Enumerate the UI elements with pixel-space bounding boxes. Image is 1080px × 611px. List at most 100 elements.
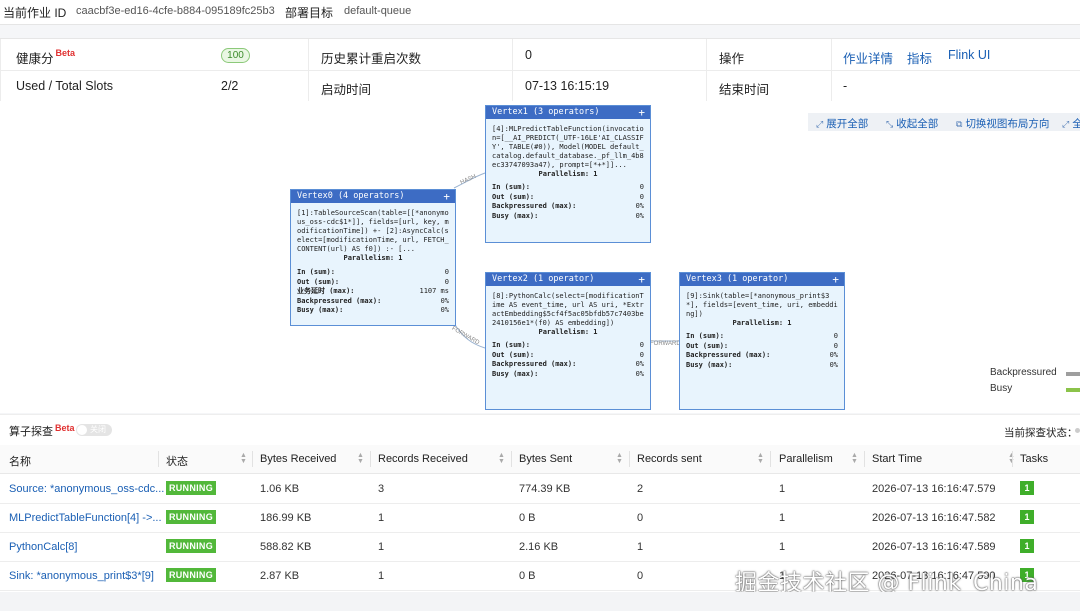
operations-label: 操作 bbox=[719, 52, 745, 66]
bytes-received-cell: 588.82 KB bbox=[260, 541, 312, 553]
sort-icon[interactable]: ▲▼ bbox=[357, 452, 364, 465]
column-header-records-received[interactable]: Records Received bbox=[378, 453, 468, 465]
divider bbox=[308, 39, 309, 101]
status-badge: RUNNING bbox=[166, 510, 216, 524]
vertex-header: Vertex3 (1 operator) + bbox=[680, 273, 844, 286]
deploy-target-value: default-queue bbox=[344, 5, 412, 17]
vertex-stat: Backpressured (max): 0% bbox=[492, 360, 644, 368]
column-divider bbox=[370, 451, 371, 467]
bytes-received-cell: 2.87 KB bbox=[260, 570, 300, 582]
vertex-stat: Backpressured (max): 0% bbox=[492, 202, 644, 210]
vertex-stat: 业务延时 (max): 1107 ms bbox=[297, 287, 449, 295]
legend-label: Busy bbox=[990, 383, 1013, 394]
health-score-label: 健康分 Beta bbox=[16, 48, 75, 67]
status-badge: RUNNING bbox=[166, 539, 216, 553]
end-time-label: 结束时间 bbox=[719, 83, 770, 97]
vertex-stat: In (sum): 0 bbox=[686, 332, 838, 340]
column-divider bbox=[864, 451, 865, 467]
health-score-badge: 100 bbox=[221, 48, 250, 63]
legend-label: Backpressured bbox=[990, 367, 1057, 378]
restarts-label: 历史累计重启次数 bbox=[321, 52, 422, 66]
column-header-bytes-sent[interactable]: Bytes Sent bbox=[519, 453, 572, 465]
column-divider bbox=[158, 451, 159, 467]
vertex-stat: Busy (max): 0% bbox=[492, 369, 644, 378]
vertex-description: [9]:Sink(table=[*anonymous_print$3*], fi… bbox=[686, 292, 838, 318]
vertex-stat: In (sum): 0 bbox=[297, 268, 449, 276]
vertex-title: Vertex0 (4 operators) bbox=[297, 191, 405, 201]
operator-name-link[interactable]: Sink: *anonymous_print$3*[9] bbox=[9, 570, 154, 582]
table-header: 名称 状态 ▲ ▼ Bytes Received ▲ ▼ Records Recei… bbox=[0, 445, 1080, 474]
graph-legend: Backpressured Busy bbox=[990, 367, 1080, 399]
sort-icon[interactable]: ▲▼ bbox=[851, 452, 858, 465]
expand-vertex-icon[interactable]: + bbox=[638, 106, 645, 119]
probe-title: 算子探查 Beta bbox=[9, 423, 75, 439]
vertex-stat: Out (sum): 0 bbox=[297, 277, 449, 286]
expand-vertex-icon[interactable]: + bbox=[832, 273, 839, 286]
column-divider bbox=[629, 451, 630, 467]
records-received-cell: 1 bbox=[378, 541, 385, 553]
job-details-link[interactable]: 作业详情 bbox=[843, 48, 893, 67]
vertex-stat: Backpressured (max): 0% bbox=[297, 296, 449, 305]
health-score-text: 健康分 bbox=[16, 52, 54, 66]
sort-icon[interactable]: ▲▼ bbox=[240, 452, 247, 465]
vertex-stat: Busy (max): 0% bbox=[492, 211, 644, 220]
toggle-knob bbox=[77, 425, 87, 435]
flink-ui-link[interactable]: Flink UI bbox=[948, 48, 990, 62]
vertex-node[interactable]: Vertex0 (4 operators) + [1]:TableSourceSc… bbox=[290, 189, 456, 326]
end-time-value: - bbox=[843, 79, 848, 93]
records-sent-cell: 2 bbox=[637, 483, 644, 495]
vertex-title: Vertex1 (3 operators) bbox=[492, 107, 600, 117]
tasks-badge: 1 bbox=[1020, 539, 1034, 553]
column-header-start-time[interactable]: Start Time bbox=[872, 453, 922, 465]
table-row[interactable]: Source: *anonymous_oss-cdc... RUNNING 1.… bbox=[0, 474, 1080, 504]
column-header-status[interactable]: 状态 bbox=[166, 453, 188, 469]
vertex-node[interactable]: Vertex1 (3 operators) + [4]:MLPredictTabl… bbox=[485, 105, 651, 243]
job-graph-canvas[interactable]: ⤢ 展开全部 ⤡ 收起全部 ⧉ 切换视图布局方向 ⤢ 全 HASH FORWARD FO… bbox=[0, 101, 1080, 413]
start-time-value: 07-13 16:15:19 bbox=[525, 79, 610, 93]
table-row[interactable]: PythonCalc[8] RUNNING 588.82 KB 1 2.16 K… bbox=[0, 532, 1080, 562]
bytes-sent-cell: 0 B bbox=[519, 570, 536, 582]
sort-icon[interactable]: ▲▼ bbox=[616, 452, 623, 465]
divider bbox=[831, 39, 832, 101]
legend-item-busy: Busy bbox=[990, 383, 1080, 399]
vertex-node[interactable]: Vertex3 (1 operator) + [9]:Sink(table=[*a… bbox=[679, 272, 845, 410]
column-header-name[interactable]: 名称 bbox=[9, 453, 31, 469]
restarts-value: 0 bbox=[525, 48, 532, 62]
column-header-records-sent[interactable]: Records sent bbox=[637, 453, 702, 465]
vertex-header: Vertex0 (4 operators) + bbox=[291, 190, 455, 203]
parallelism-cell: 1 bbox=[779, 512, 786, 524]
bytes-sent-cell: 774.39 KB bbox=[519, 483, 571, 495]
parallelism-cell: 1 bbox=[779, 483, 786, 495]
probe-toggle[interactable]: 关闭 bbox=[76, 424, 112, 436]
operator-name-link[interactable]: PythonCalc[8] bbox=[9, 541, 77, 553]
job-header-bar: 当前作业 ID caacbf3e-ed16-4cfe-b884-095189fc… bbox=[0, 0, 1080, 25]
legend-swatch bbox=[1066, 372, 1080, 376]
column-header-bytes-received[interactable]: Bytes Received bbox=[260, 453, 336, 465]
vertex-description: [4]:MLPredictTableFunction(invocation=[_… bbox=[492, 125, 644, 169]
vertex-parallelism: Parallelism: 1 bbox=[343, 254, 403, 262]
operator-probe-bar: 算子探查 Beta 关闭 当前探查状态： bbox=[0, 414, 1080, 445]
metrics-link[interactable]: 指标 bbox=[907, 48, 932, 67]
records-received-cell: 1 bbox=[378, 570, 385, 582]
expand-vertex-icon[interactable]: + bbox=[638, 273, 645, 286]
operator-name-link[interactable]: Source: *anonymous_oss-cdc... bbox=[9, 483, 164, 495]
column-header-tasks[interactable]: Tasks bbox=[1020, 453, 1048, 465]
vertex-stat: In (sum): 0 bbox=[492, 341, 644, 349]
toggle-text: 关闭 bbox=[90, 425, 106, 434]
table-row[interactable]: MLPredictTableFunction[4] ->... RUNNING … bbox=[0, 503, 1080, 533]
beta-tag: Beta bbox=[55, 48, 76, 58]
bytes-sent-cell: 0 B bbox=[519, 512, 536, 524]
column-header-parallelism[interactable]: Parallelism bbox=[779, 453, 833, 465]
vertex-stat: Backpressured (max): 0% bbox=[686, 351, 838, 359]
legend-swatch bbox=[1066, 388, 1080, 392]
sort-icon[interactable]: ▲▼ bbox=[498, 452, 505, 465]
job-id-label: 当前作业 ID bbox=[3, 6, 67, 20]
expand-vertex-icon[interactable]: + bbox=[443, 190, 450, 203]
vertex-stat: Out (sum): 0 bbox=[686, 341, 838, 350]
vertex-node[interactable]: Vertex2 (1 operator) + [8]:PythonCalc(sel… bbox=[485, 272, 651, 410]
vertex-stat: In (sum): 0 bbox=[492, 183, 644, 191]
vertex-parallelism: Parallelism: 1 bbox=[538, 170, 598, 178]
operator-name-link[interactable]: MLPredictTableFunction[4] ->... bbox=[9, 512, 162, 524]
sort-icon[interactable]: ▲▼ bbox=[757, 452, 764, 465]
records-sent-cell: 1 bbox=[637, 541, 644, 553]
